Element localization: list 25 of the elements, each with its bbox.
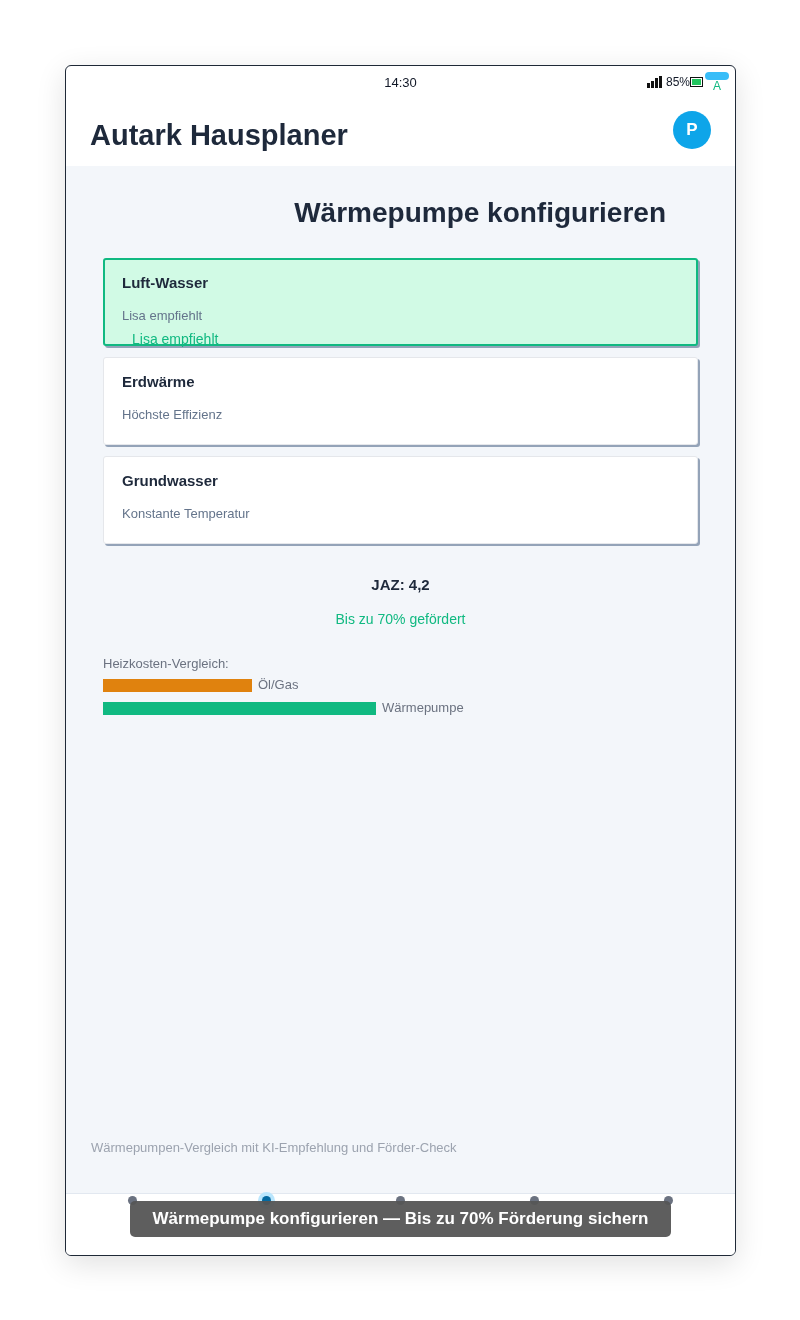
badge-letter: A	[713, 80, 721, 92]
option-title: Erdwärme	[122, 372, 196, 392]
cloud-shape-icon	[705, 72, 729, 80]
footer-note: Wärmepumpen-Vergleich mit KI-Empfehlung und Förder-Check	[91, 1138, 458, 1157]
status-time: 14:30	[384, 74, 417, 93]
app-title: Autark Hausplaner	[90, 118, 348, 154]
option-title: Luft-Wasser	[122, 273, 210, 293]
option-subtitle: Lisa empfiehlt	[122, 306, 204, 325]
option-title: Grundwasser	[122, 471, 219, 491]
bar-label: Öl/Gas	[258, 677, 299, 693]
comparison-label: Heizkosten-Vergleich:	[103, 654, 230, 673]
option-subtitle: Höchste Effizienz	[122, 405, 224, 424]
recommendation-label: Lisa empfiehlt	[132, 330, 220, 349]
option-card[interactable]: Grundwasser Konstante Temperatur	[103, 456, 698, 544]
option-card[interactable]: Luft-Wasser Lisa empfiehlt Lisa empfiehlt	[103, 258, 698, 346]
jaz-value: JAZ: 4,2	[370, 575, 431, 595]
option-card[interactable]: Erdwärme Höchste Effizienz	[103, 357, 698, 445]
funding-note: Bis zu 70% gefördert	[334, 609, 467, 629]
bar-label: Wärmepumpe	[382, 700, 464, 716]
page-title: Wärmepumpe konfigurieren	[293, 196, 667, 230]
promo-toast: Wärmepumpe konfigurieren — Bis zu 70% Förderung sichern	[130, 1201, 671, 1237]
battery-percent: 85%	[665, 74, 690, 91]
option-subtitle: Konstante Temperatur	[122, 504, 251, 523]
signal-icon	[646, 76, 665, 88]
battery-icon	[690, 77, 704, 87]
